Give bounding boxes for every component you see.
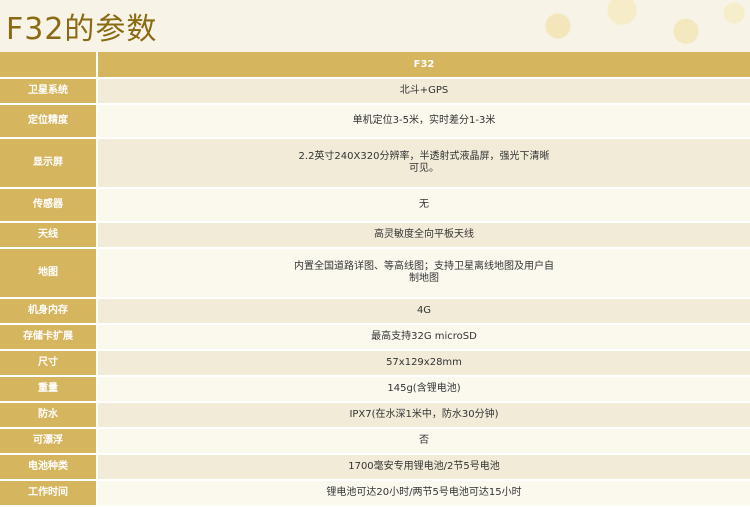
spec-table: F32 卫星系统 北斗+GPS 定位精度 单机定位3-5米，实时差分1-3米 显… — [0, 52, 750, 507]
spec-label: 定位精度 — [0, 104, 98, 139]
spec-value: 145g(含锂电池) — [97, 376, 750, 403]
spec-value: 内置全国道路详图、等高线图；支持卫星离线地图及用户自制地图 — [294, 261, 554, 284]
spec-label: 显示屏 — [0, 138, 98, 189]
spec-value: 高灵敏度全向平板天线 — [97, 222, 750, 249]
spec-label: 重量 — [0, 376, 98, 403]
table-row: 天线 高灵敏度全向平板天线 — [0, 222, 750, 249]
table-header-row: F32 — [0, 52, 750, 79]
spec-value: 北斗+GPS — [97, 78, 750, 105]
spec-label: 工作时间 — [0, 480, 98, 507]
page-title: F32的参数 — [6, 12, 158, 47]
spec-value: 2.2英寸240X320分辨率，半透射式液晶屏，强光下清晰可见。 — [298, 151, 550, 174]
spec-label: 地图 — [0, 248, 98, 299]
table-row: 地图 内置全国道路详图、等高线图；支持卫星离线地图及用户自制地图 — [0, 248, 750, 299]
table-row: 尺寸 57x129x28mm — [0, 350, 750, 377]
table-row: 卫星系统 北斗+GPS — [0, 78, 750, 105]
table-row: 重量 145g(含锂电池) — [0, 376, 750, 403]
header-key-cell — [0, 52, 98, 79]
spec-label: 天线 — [0, 222, 98, 249]
header-decoration — [430, 0, 750, 52]
spec-label: 可漂浮 — [0, 428, 98, 455]
table-row: 存储卡扩展 最高支持32G microSD — [0, 324, 750, 351]
table-row: 工作时间 锂电池可达20小时/两节5号电池可达15小时 — [0, 480, 750, 507]
table-row: 机身内存 4G — [0, 298, 750, 325]
table-row: 可漂浮 否 — [0, 428, 750, 455]
spec-value: 最高支持32G microSD — [97, 324, 750, 351]
spec-value: 锂电池可达20小时/两节5号电池可达15小时 — [97, 480, 750, 507]
spec-value: 4G — [97, 298, 750, 325]
table-row: 防水 IPX7(在水深1米中，防水30分钟) — [0, 402, 750, 429]
spec-value: 57x129x28mm — [97, 350, 750, 377]
spec-label: 尺寸 — [0, 350, 98, 377]
table-row: 电池种类 1700毫安专用锂电池/2节5号电池 — [0, 454, 750, 481]
spec-value: 无 — [97, 188, 750, 223]
spec-value: IPX7(在水深1米中，防水30分钟) — [97, 402, 750, 429]
spec-label: 传感器 — [0, 188, 98, 223]
spec-value: 单机定位3-5米，实时差分1-3米 — [97, 104, 750, 139]
spec-value: 否 — [97, 428, 750, 455]
spec-label: 卫星系统 — [0, 78, 98, 105]
spec-label: 存储卡扩展 — [0, 324, 98, 351]
spec-value-cell: 2.2英寸240X320分辨率，半透射式液晶屏，强光下清晰可见。 — [97, 138, 750, 189]
table-row: 显示屏 2.2英寸240X320分辨率，半透射式液晶屏，强光下清晰可见。 — [0, 138, 750, 189]
spec-label: 防水 — [0, 402, 98, 429]
header-model-cell: F32 — [97, 52, 750, 79]
spec-value-cell: 内置全国道路详图、等高线图；支持卫星离线地图及用户自制地图 — [97, 248, 750, 299]
table-row: 定位精度 单机定位3-5米，实时差分1-3米 — [0, 104, 750, 139]
spec-label: 机身内存 — [0, 298, 98, 325]
table-row: 传感器 无 — [0, 188, 750, 223]
spec-label: 电池种类 — [0, 454, 98, 481]
spec-value: 1700毫安专用锂电池/2节5号电池 — [97, 454, 750, 481]
